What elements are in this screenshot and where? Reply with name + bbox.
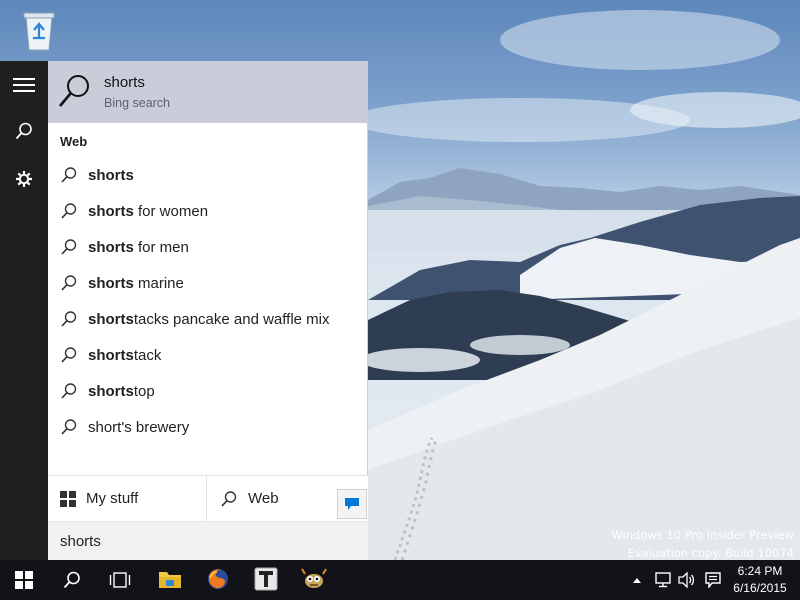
hamburger-icon — [13, 78, 35, 92]
network-icon — [655, 572, 671, 588]
search-panel: shorts Bing search Web shorts shorts for… — [48, 61, 368, 560]
search-icon — [61, 383, 77, 399]
feedback-icon — [345, 498, 359, 510]
list-item[interactable]: shorts — [48, 157, 368, 193]
clock-time: 6:24 PM — [737, 564, 783, 578]
taskbar-firefox[interactable] — [194, 560, 242, 600]
result-text: shorts — [88, 166, 134, 184]
gear-icon — [16, 171, 32, 187]
windows-logo-icon — [15, 571, 33, 589]
best-match-title: shorts — [104, 74, 145, 91]
best-match-subtitle: Bing search — [104, 96, 171, 110]
volume-button[interactable] — [676, 570, 698, 590]
search-icon — [61, 203, 77, 219]
firefox-icon — [208, 569, 228, 589]
search-icon — [61, 347, 77, 363]
taskbar-file-explorer[interactable] — [146, 560, 194, 600]
search-icon — [15, 122, 32, 140]
list-item[interactable]: shorts for men — [48, 229, 368, 265]
taskbar-gimp[interactable] — [290, 560, 338, 600]
list-item[interactable]: shortstop — [48, 373, 368, 409]
search-icon — [61, 239, 77, 255]
start-button[interactable] — [0, 560, 48, 600]
volume-icon — [678, 572, 695, 588]
recycle-bin-icon[interactable] — [20, 8, 58, 52]
search-icon — [221, 490, 237, 507]
search-icon — [61, 167, 77, 183]
hamburger-menu-button[interactable] — [0, 61, 48, 109]
search-icon — [59, 75, 89, 107]
search-icon — [61, 419, 77, 435]
taskbar-search-button[interactable] — [48, 560, 96, 600]
task-view-button[interactable] — [96, 560, 144, 600]
result-text: short's brewery — [88, 418, 190, 436]
start-rail — [0, 61, 48, 560]
typora-icon — [254, 567, 278, 591]
result-text: shorts for men — [88, 238, 189, 256]
search-icon — [63, 571, 80, 589]
web-results-list: shorts shorts for women shorts for men s… — [48, 157, 368, 445]
rail-settings-button[interactable] — [0, 155, 48, 203]
result-text: shortstack — [88, 346, 162, 364]
search-input[interactable]: shorts — [48, 521, 368, 560]
search-scope-tabs: My stuff Web — [48, 475, 368, 521]
result-text: shorts for women — [88, 202, 209, 220]
chevron-up-icon — [633, 578, 641, 583]
gimp-icon — [301, 568, 327, 588]
section-label-web: Web — [60, 134, 88, 149]
list-item[interactable]: shorts marine — [48, 265, 368, 301]
tab-my-stuff[interactable]: My stuff — [48, 476, 207, 521]
list-item[interactable]: short's brewery — [48, 409, 368, 445]
watermark-line1: Windows 10 Pro Insider Preview — [611, 528, 794, 542]
clock-date: 6/16/2015 — [733, 581, 787, 595]
result-text: shortstop — [88, 382, 155, 400]
rail-search-button[interactable] — [0, 107, 48, 155]
search-icon — [61, 311, 77, 327]
show-hidden-icons-button[interactable] — [630, 570, 644, 590]
list-item[interactable]: shorts for women — [48, 193, 368, 229]
search-icon — [61, 275, 77, 291]
result-text: shortstacks pancake and waffle mix — [88, 310, 330, 328]
tab-web-label: Web — [248, 490, 279, 507]
file-explorer-icon — [159, 572, 181, 588]
taskbar: 6:24 PM 6/16/2015 — [0, 560, 800, 600]
taskbar-typora[interactable] — [242, 560, 290, 600]
result-text: shorts marine — [88, 274, 184, 292]
task-view-icon — [109, 572, 131, 588]
list-item[interactable]: shortstack — [48, 337, 368, 373]
system-clock[interactable]: 6:24 PM 6/16/2015 — [730, 563, 790, 597]
list-item[interactable]: shortstacks pancake and waffle mix — [48, 301, 368, 337]
feedback-button[interactable] — [337, 489, 367, 519]
network-button[interactable] — [652, 570, 674, 590]
action-center-icon — [705, 572, 721, 588]
action-center-button[interactable] — [702, 570, 724, 590]
windows-logo-icon — [60, 490, 76, 507]
best-match-result[interactable]: shorts Bing search — [48, 61, 368, 123]
tab-my-stuff-label: My stuff — [86, 490, 139, 507]
